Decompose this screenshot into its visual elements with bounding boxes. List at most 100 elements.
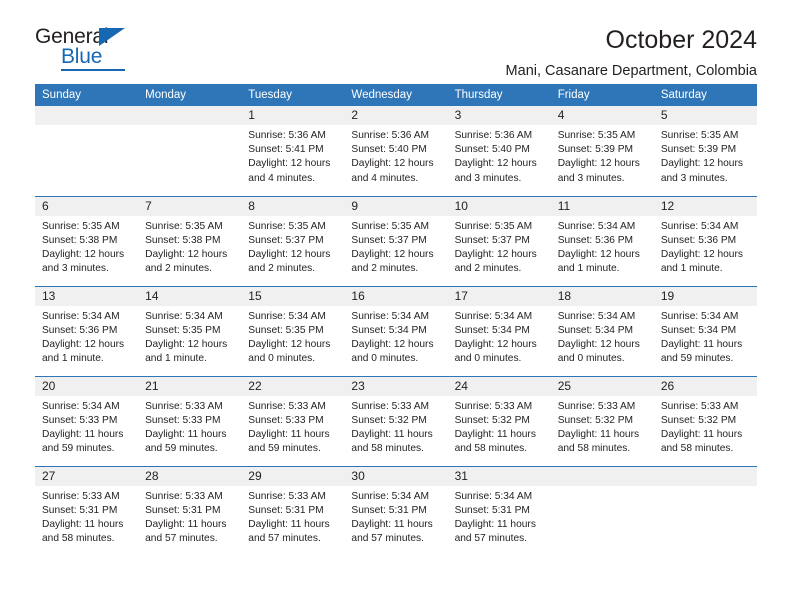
calendar-day-cell[interactable]: 21 Sunrise: 5:33 AM Sunset: 5:33 PM Dayligh… [138, 375, 242, 466]
day-details: Sunrise: 5:34 AM Sunset: 5:34 PM Daylight:… [654, 306, 757, 367]
sunset-text: Sunset: 5:40 PM [351, 144, 427, 156]
weekday-header-tuesday: Tuesday [241, 84, 345, 106]
sunset-text: Sunset: 5:39 PM [557, 144, 634, 156]
day-number: 7 [138, 196, 242, 216]
day-details: Sunrise: 5:33 AM Sunset: 5:33 PM Daylight:… [138, 396, 241, 457]
sunset-text: Sunset: 5:32 PM [454, 414, 530, 426]
daylight-text: Daylight: 11 hours and 59 minutes. [248, 428, 330, 455]
calendar-day-cell-empty [550, 465, 654, 556]
daylight-text: Daylight: 12 hours and 1 minute. [42, 338, 125, 365]
calendar-day-cell[interactable]: 25 Sunrise: 5:33 AM Sunset: 5:32 PM Dayligh… [550, 375, 654, 466]
day-number [138, 106, 242, 125]
day-number [35, 106, 139, 125]
day-number: 19 [653, 286, 757, 306]
sunrise-text: Sunrise: 5:35 AM [351, 220, 430, 232]
day-number: 12 [653, 196, 757, 216]
day-details: Sunrise: 5:33 AM Sunset: 5:32 PM Daylight:… [551, 396, 654, 457]
weekday-header-wednesday: Wednesday [344, 84, 448, 106]
day-number: 6 [35, 196, 139, 216]
sunrise-text: Sunrise: 5:34 AM [660, 310, 739, 322]
sunset-text: Sunset: 5:37 PM [454, 234, 530, 246]
calendar-day-cell[interactable]: 9 Sunrise: 5:35 AM Sunset: 5:37 PM Daylight… [344, 195, 448, 286]
day-details: Sunrise: 5:35 AM Sunset: 5:38 PM Daylight:… [35, 216, 138, 277]
calendar-day-cell[interactable]: 20 Sunrise: 5:34 AM Sunset: 5:33 PM Dayligh… [35, 375, 139, 466]
calendar-day-cell[interactable]: 13 Sunrise: 5:34 AM Sunset: 5:36 PM Dayligh… [35, 285, 139, 376]
sunrise-text: Sunrise: 5:33 AM [248, 490, 326, 502]
day-details: Sunrise: 5:34 AM Sunset: 5:31 PM Daylight:… [448, 486, 551, 547]
calendar-week-row: 27 Sunrise: 5:33 AM Sunset: 5:31 PM Dayligh… [35, 465, 757, 556]
sunrise-text: Sunrise: 5:33 AM [248, 400, 326, 412]
sunrise-text: Sunrise: 5:35 AM [454, 220, 533, 232]
day-number: 16 [344, 286, 448, 306]
calendar-day-cell[interactable]: 17 Sunrise: 5:34 AM Sunset: 5:34 PM Dayligh… [447, 285, 551, 376]
calendar-day-cell[interactable]: 8 Sunrise: 5:35 AM Sunset: 5:37 PM Daylight… [241, 195, 345, 286]
calendar-day-cell[interactable]: 1 Sunrise: 5:36 AM Sunset: 5:41 PM Daylight… [241, 106, 345, 196]
sunset-text: Sunset: 5:34 PM [454, 324, 530, 336]
calendar-day-cell[interactable]: 7 Sunrise: 5:35 AM Sunset: 5:38 PM Daylight… [138, 195, 242, 286]
day-number: 24 [447, 376, 551, 396]
sunset-text: Sunset: 5:31 PM [351, 504, 427, 516]
calendar-day-cell[interactable]: 29 Sunrise: 5:33 AM Sunset: 5:31 PM Dayligh… [241, 465, 345, 556]
sunset-text: Sunset: 5:31 PM [248, 504, 324, 516]
day-details: Sunrise: 5:34 AM Sunset: 5:34 PM Daylight:… [448, 306, 551, 367]
sunrise-text: Sunrise: 5:35 AM [42, 220, 120, 232]
sunrise-text: Sunrise: 5:33 AM [454, 400, 533, 412]
calendar-day-cell[interactable]: 26 Sunrise: 5:33 AM Sunset: 5:32 PM Dayligh… [653, 375, 757, 466]
calendar-day-cell[interactable]: 30 Sunrise: 5:34 AM Sunset: 5:31 PM Dayligh… [344, 465, 448, 556]
daylight-text: Daylight: 11 hours and 59 minutes. [660, 338, 743, 365]
sunrise-text: Sunrise: 5:36 AM [351, 130, 430, 141]
sunrise-text: Sunrise: 5:36 AM [454, 130, 533, 141]
calendar-day-cell[interactable]: 18 Sunrise: 5:34 AM Sunset: 5:34 PM Dayligh… [550, 285, 654, 376]
calendar-day-cell[interactable]: 23 Sunrise: 5:33 AM Sunset: 5:32 PM Dayligh… [344, 375, 448, 466]
sunset-text: Sunset: 5:38 PM [42, 234, 118, 246]
calendar-day-cell[interactable]: 12 Sunrise: 5:34 AM Sunset: 5:36 PM Dayligh… [653, 195, 757, 286]
sunset-text: Sunset: 5:32 PM [557, 414, 634, 426]
sunset-text: Sunset: 5:34 PM [660, 324, 737, 336]
daylight-text: Daylight: 11 hours and 58 minutes. [351, 428, 433, 455]
daylight-text: Daylight: 12 hours and 2 minutes. [351, 248, 434, 275]
sunset-text: Sunset: 5:36 PM [660, 234, 737, 246]
calendar-day-cell[interactable]: 4 Sunrise: 5:35 AM Sunset: 5:39 PM Daylight… [550, 106, 654, 196]
day-number: 10 [447, 196, 551, 216]
sunset-text: Sunset: 5:31 PM [42, 504, 118, 516]
sunset-text: Sunset: 5:31 PM [454, 504, 530, 516]
calendar-day-cell[interactable]: 6 Sunrise: 5:35 AM Sunset: 5:38 PM Daylight… [35, 195, 139, 286]
calendar-day-cell[interactable]: 14 Sunrise: 5:34 AM Sunset: 5:35 PM Dayligh… [138, 285, 242, 376]
sunset-text: Sunset: 5:36 PM [557, 234, 634, 246]
logo-text-general: General [35, 25, 109, 48]
calendar-day-cell[interactable]: 3 Sunrise: 5:36 AM Sunset: 5:40 PM Daylight… [447, 106, 551, 196]
calendar-day-cell[interactable]: 5 Sunrise: 5:35 AM Sunset: 5:39 PM Daylight… [653, 106, 757, 196]
day-number: 18 [550, 286, 654, 306]
day-number [653, 466, 757, 486]
sunset-text: Sunset: 5:38 PM [145, 234, 221, 246]
calendar-day-cell[interactable]: 16 Sunrise: 5:34 AM Sunset: 5:34 PM Dayligh… [344, 285, 448, 376]
daylight-text: Daylight: 12 hours and 1 minute. [660, 248, 743, 275]
calendar-day-cell[interactable]: 27 Sunrise: 5:33 AM Sunset: 5:31 PM Dayligh… [35, 465, 139, 556]
calendar-day-cell[interactable]: 10 Sunrise: 5:35 AM Sunset: 5:37 PM Dayligh… [447, 195, 551, 286]
sunrise-text: Sunrise: 5:33 AM [42, 490, 120, 502]
logo-underline [61, 69, 125, 71]
day-details: Sunrise: 5:34 AM Sunset: 5:36 PM Daylight:… [654, 216, 757, 277]
day-number: 14 [138, 286, 242, 306]
daylight-text: Daylight: 12 hours and 0 minutes. [557, 338, 640, 365]
calendar-day-cell[interactable]: 15 Sunrise: 5:34 AM Sunset: 5:35 PM Dayligh… [241, 285, 345, 376]
daylight-text: Daylight: 11 hours and 57 minutes. [248, 518, 330, 545]
sunrise-text: Sunrise: 5:34 AM [454, 490, 533, 502]
weekday-header-saturday: Saturday [653, 84, 757, 106]
daylight-text: Daylight: 12 hours and 4 minutes. [248, 158, 331, 184]
calendar-day-cell[interactable]: 2 Sunrise: 5:36 AM Sunset: 5:40 PM Daylight… [344, 106, 448, 196]
calendar-day-cell[interactable]: 28 Sunrise: 5:33 AM Sunset: 5:31 PM Dayligh… [138, 465, 242, 556]
sunrise-text: Sunrise: 5:34 AM [660, 220, 739, 232]
calendar-day-cell[interactable]: 19 Sunrise: 5:34 AM Sunset: 5:34 PM Dayligh… [653, 285, 757, 376]
sunrise-text: Sunrise: 5:34 AM [454, 310, 533, 322]
day-details: Sunrise: 5:33 AM Sunset: 5:31 PM Daylight:… [241, 486, 344, 547]
logo-text-blue: Blue [61, 45, 103, 68]
day-details: Sunrise: 5:34 AM Sunset: 5:31 PM Daylight:… [344, 486, 447, 547]
calendar-day-cell[interactable]: 22 Sunrise: 5:33 AM Sunset: 5:33 PM Dayligh… [241, 375, 345, 466]
calendar-day-cell[interactable]: 31 Sunrise: 5:34 AM Sunset: 5:31 PM Dayligh… [447, 465, 551, 556]
daylight-text: Daylight: 11 hours and 58 minutes. [660, 428, 743, 455]
calendar-header-row: Sunday Monday Tuesday Wednesday Thursday Frid… [35, 84, 757, 106]
calendar-day-cell[interactable]: 24 Sunrise: 5:33 AM Sunset: 5:32 PM Dayligh… [447, 375, 551, 466]
calendar-day-cell[interactable]: 11 Sunrise: 5:34 AM Sunset: 5:36 PM Dayligh… [550, 195, 654, 286]
sunset-text: Sunset: 5:41 PM [248, 144, 324, 156]
